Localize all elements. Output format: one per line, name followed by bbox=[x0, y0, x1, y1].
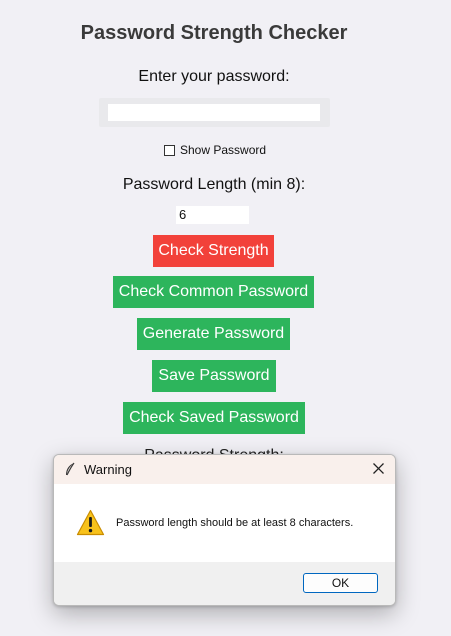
check-common-password-button[interactable]: Check Common Password bbox=[113, 276, 314, 308]
dialog-title: Warning bbox=[84, 462, 132, 477]
show-password-label: Show Password bbox=[180, 143, 267, 157]
ok-button[interactable]: OK bbox=[303, 573, 378, 593]
password-prompt-label: Enter your password: bbox=[138, 68, 290, 85]
check-strength-button[interactable]: Check Strength bbox=[153, 235, 274, 267]
password-length-label: Password Length (min 8): bbox=[122, 176, 306, 193]
save-password-button[interactable]: Save Password bbox=[152, 360, 276, 392]
feather-icon bbox=[66, 462, 75, 476]
warning-dialog: Warning Password length should be at lea… bbox=[53, 454, 396, 606]
page-title: Password Strength Checker bbox=[80, 22, 348, 44]
password-input[interactable] bbox=[108, 104, 320, 121]
show-password-checkbox-row[interactable]: Show Password bbox=[164, 142, 266, 158]
dialog-message: Password length should be at least 8 cha… bbox=[116, 517, 354, 529]
warning-icon bbox=[76, 509, 105, 536]
generate-password-button[interactable]: Generate Password bbox=[137, 318, 290, 350]
close-icon[interactable] bbox=[372, 462, 385, 475]
show-password-checkbox[interactable] bbox=[164, 144, 175, 156]
check-saved-password-button[interactable]: Check Saved Password bbox=[123, 402, 305, 434]
dialog-titlebar: Warning bbox=[54, 455, 395, 484]
password-length-input[interactable]: 6 bbox=[176, 206, 249, 224]
dialog-footer: OK bbox=[54, 562, 395, 605]
dialog-body: Password length should be at least 8 cha… bbox=[54, 484, 395, 562]
